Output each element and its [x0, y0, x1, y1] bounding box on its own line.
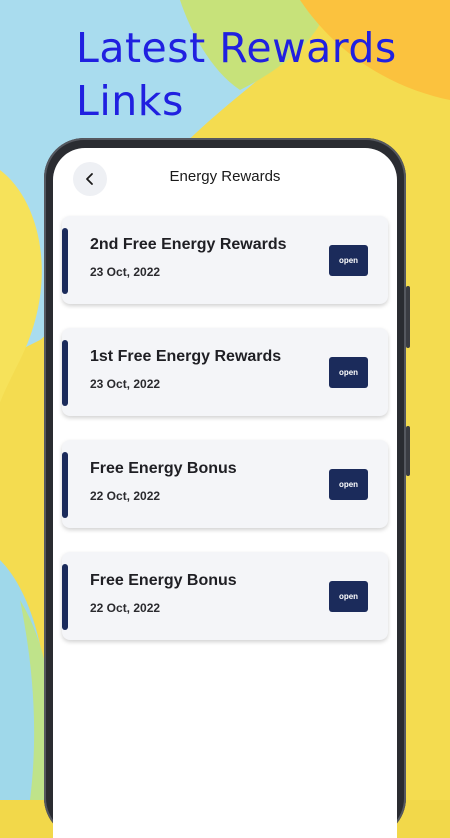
phone-side-button: [406, 286, 410, 348]
rewards-list: 2nd Free Energy Rewards 23 Oct, 2022 ope…: [62, 216, 388, 664]
reward-card: Free Energy Bonus 22 Oct, 2022 open: [62, 552, 388, 640]
open-button[interactable]: open: [329, 581, 368, 612]
open-button[interactable]: open: [329, 245, 368, 276]
phone-side-button: [406, 426, 410, 476]
reward-card: Free Energy Bonus 22 Oct, 2022 open: [62, 440, 388, 528]
open-button[interactable]: open: [329, 357, 368, 388]
open-button[interactable]: open: [329, 469, 368, 500]
reward-card: 1st Free Energy Rewards 23 Oct, 2022 ope…: [62, 328, 388, 416]
card-accent-bar: [62, 228, 68, 294]
card-accent-bar: [62, 564, 68, 630]
page-title: Energy Rewards: [169, 168, 281, 185]
phone-frame: Energy Rewards 2nd Free Energy Rewards 2…: [44, 138, 410, 838]
top-bar: Energy Rewards: [53, 148, 397, 208]
reward-date: 23 Oct, 2022: [90, 265, 161, 279]
reward-title: 1st Free Energy Rewards: [90, 348, 282, 365]
reward-date: 23 Oct, 2022: [90, 377, 161, 391]
reward-title: Free Energy Bonus: [90, 460, 237, 477]
reward-title: 2nd Free Energy Rewards: [90, 236, 287, 253]
reward-date: 22 Oct, 2022: [90, 601, 161, 615]
headline-line-1: Latest Rewards: [76, 24, 397, 72]
card-accent-bar: [62, 340, 68, 406]
reward-date: 22 Oct, 2022: [90, 489, 161, 503]
headline-line-2: Links: [76, 77, 184, 125]
reward-title: Free Energy Bonus: [90, 572, 237, 589]
card-accent-bar: [62, 452, 68, 518]
reward-card: 2nd Free Energy Rewards 23 Oct, 2022 ope…: [62, 216, 388, 304]
headline: Latest Rewards Links: [76, 22, 397, 128]
app-screen: Energy Rewards 2nd Free Energy Rewards 2…: [53, 148, 397, 838]
